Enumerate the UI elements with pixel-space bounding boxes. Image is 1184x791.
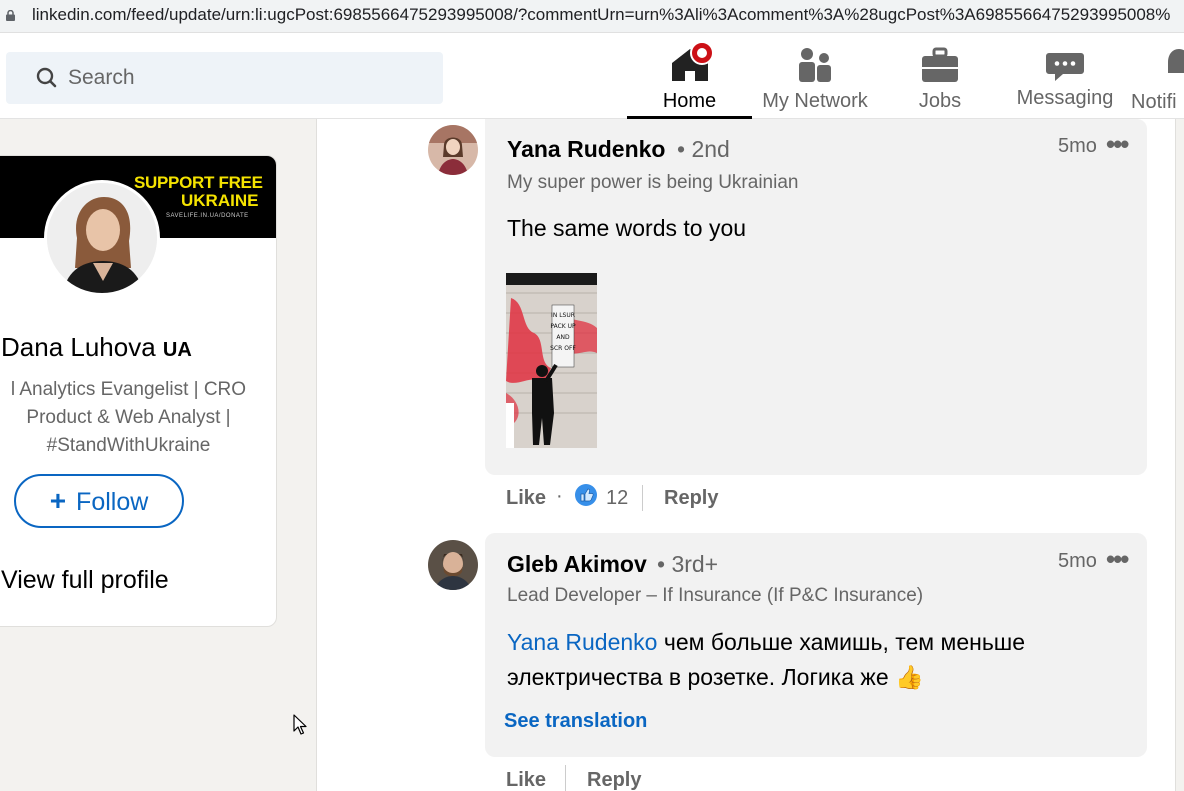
- profile-avatar[interactable]: [44, 180, 160, 296]
- plus-icon: +: [49, 485, 67, 516]
- comment-text: The same words to you: [507, 215, 747, 241]
- sign-text: PACK UP: [550, 323, 576, 330]
- more-options-icon[interactable]: •••: [1106, 129, 1129, 160]
- nav-notifications[interactable]: Notifi: [1128, 43, 1184, 119]
- comment-author-headline: Lead Developer – If Insurance (If P&C In…: [507, 585, 924, 606]
- comment-text: Yana Rudenko чем больше хамишь, тем мень…: [507, 625, 1127, 695]
- comment-bubble: Gleb Akimov • 3rd+ Lead Developer – If I…: [485, 533, 1147, 757]
- people-icon: [799, 48, 831, 82]
- banner-url: SAVELIFE.IN.UA/DONATE: [166, 213, 249, 219]
- nav-home-label: Home: [662, 90, 717, 112]
- chat-icon: [1046, 53, 1084, 81]
- search-icon: [36, 67, 57, 88]
- profile-card: SUPPORT FREE UKRAINE SAVELIFE.IN.UA/DONA…: [0, 155, 277, 627]
- sign-text: AND: [556, 334, 570, 341]
- commenter-avatar[interactable]: [428, 125, 478, 175]
- headline-line: #StandWithUkraine: [46, 435, 211, 456]
- avatar-photo: [428, 125, 478, 175]
- profile-headline: l Analytics Evangelist | CRO Product & W…: [0, 376, 266, 460]
- comments-feed: Yana Rudenko • 2nd My super power is bei…: [316, 119, 1176, 791]
- comment-author-name[interactable]: Yana Rudenko: [507, 136, 665, 163]
- profile-name-text: Dana Luhova: [1, 332, 156, 362]
- sign-text: SCR OFF: [550, 345, 576, 352]
- follow-label: Follow: [76, 488, 149, 516]
- attached-photo: IN LSUR PACK UP AND SCR OFF: [506, 273, 597, 448]
- avatar-photo: [428, 540, 478, 590]
- browser-url-bar[interactable]: linkedin.com/feed/update/urn:li:ugcPost:…: [0, 0, 1184, 33]
- follow-button[interactable]: + Follow: [14, 474, 184, 528]
- reply-button[interactable]: Reply: [587, 769, 641, 791]
- like-reaction-icon: [575, 484, 597, 506]
- mention-link[interactable]: Yana Rudenko: [507, 629, 657, 655]
- top-navigation: Search Home My Network Jobs Messaging No…: [0, 33, 1184, 119]
- comment-timestamp: 5mo: [1058, 550, 1097, 572]
- headline-line: Product & Web Analyst |: [26, 407, 231, 428]
- comment-timestamp: 5mo: [1058, 135, 1097, 157]
- connection-degree: • 2nd: [677, 136, 730, 162]
- see-translation-link[interactable]: See translation: [504, 710, 647, 733]
- briefcase-icon: [922, 47, 958, 82]
- comment-text-line: чем больше хамишь, тем меньше: [657, 629, 1026, 655]
- bell-icon: [1168, 49, 1184, 73]
- comment-author-name[interactable]: Gleb Akimov: [507, 551, 647, 578]
- nav-messaging-label: Messaging: [1016, 87, 1114, 109]
- nav-jobs-label: Jobs: [918, 90, 962, 112]
- nav-messaging[interactable]: Messaging: [1002, 43, 1128, 119]
- nav-jobs[interactable]: Jobs: [878, 43, 1002, 119]
- reply-button[interactable]: Reply: [664, 487, 718, 510]
- view-full-profile-link[interactable]: View full profile: [1, 566, 169, 595]
- banner-text-line1: SUPPORT FREE: [134, 173, 263, 192]
- nav-notifications-label: Notifi: [1131, 91, 1177, 113]
- nav-home[interactable]: Home: [627, 41, 752, 119]
- profile-flag-text: UA: [162, 339, 192, 361]
- action-divider: [565, 765, 566, 791]
- nav-my-network-label: My Network: [762, 90, 868, 112]
- connection-degree: • 3rd+: [657, 551, 719, 577]
- action-divider: [642, 485, 643, 511]
- nav-my-network[interactable]: My Network: [752, 43, 878, 119]
- like-button[interactable]: Like: [506, 769, 546, 791]
- sign-text: IN LSUR: [551, 312, 575, 319]
- comment-image[interactable]: IN LSUR PACK UP AND SCR OFF: [506, 273, 597, 448]
- profile-name[interactable]: Dana Luhova UA: [1, 332, 192, 363]
- profile-photo: [47, 183, 157, 293]
- more-options-icon[interactable]: •••: [1106, 544, 1129, 575]
- lock-icon: [6, 10, 15, 21]
- mouse-cursor-icon: [293, 714, 307, 735]
- comment-bubble: Yana Rudenko • 2nd My super power is bei…: [485, 119, 1147, 475]
- action-separator: ·: [556, 485, 563, 507]
- search-placeholder: Search: [68, 66, 135, 89]
- comment-text-line: электричества в розетке. Логика же 👍: [507, 664, 924, 690]
- headline-line: l Analytics Evangelist | CRO: [10, 379, 247, 400]
- comment-author-headline: My super power is being Ukrainian: [507, 172, 799, 193]
- banner-text-line2: UKRAINE: [181, 191, 259, 210]
- notification-badge: [690, 41, 714, 65]
- url-text[interactable]: linkedin.com/feed/update/urn:li:ugcPost:…: [32, 5, 1170, 25]
- commenter-avatar[interactable]: [428, 540, 478, 590]
- like-count[interactable]: 12: [606, 487, 628, 510]
- search-input[interactable]: Search: [6, 52, 443, 104]
- like-button[interactable]: Like: [506, 487, 546, 510]
